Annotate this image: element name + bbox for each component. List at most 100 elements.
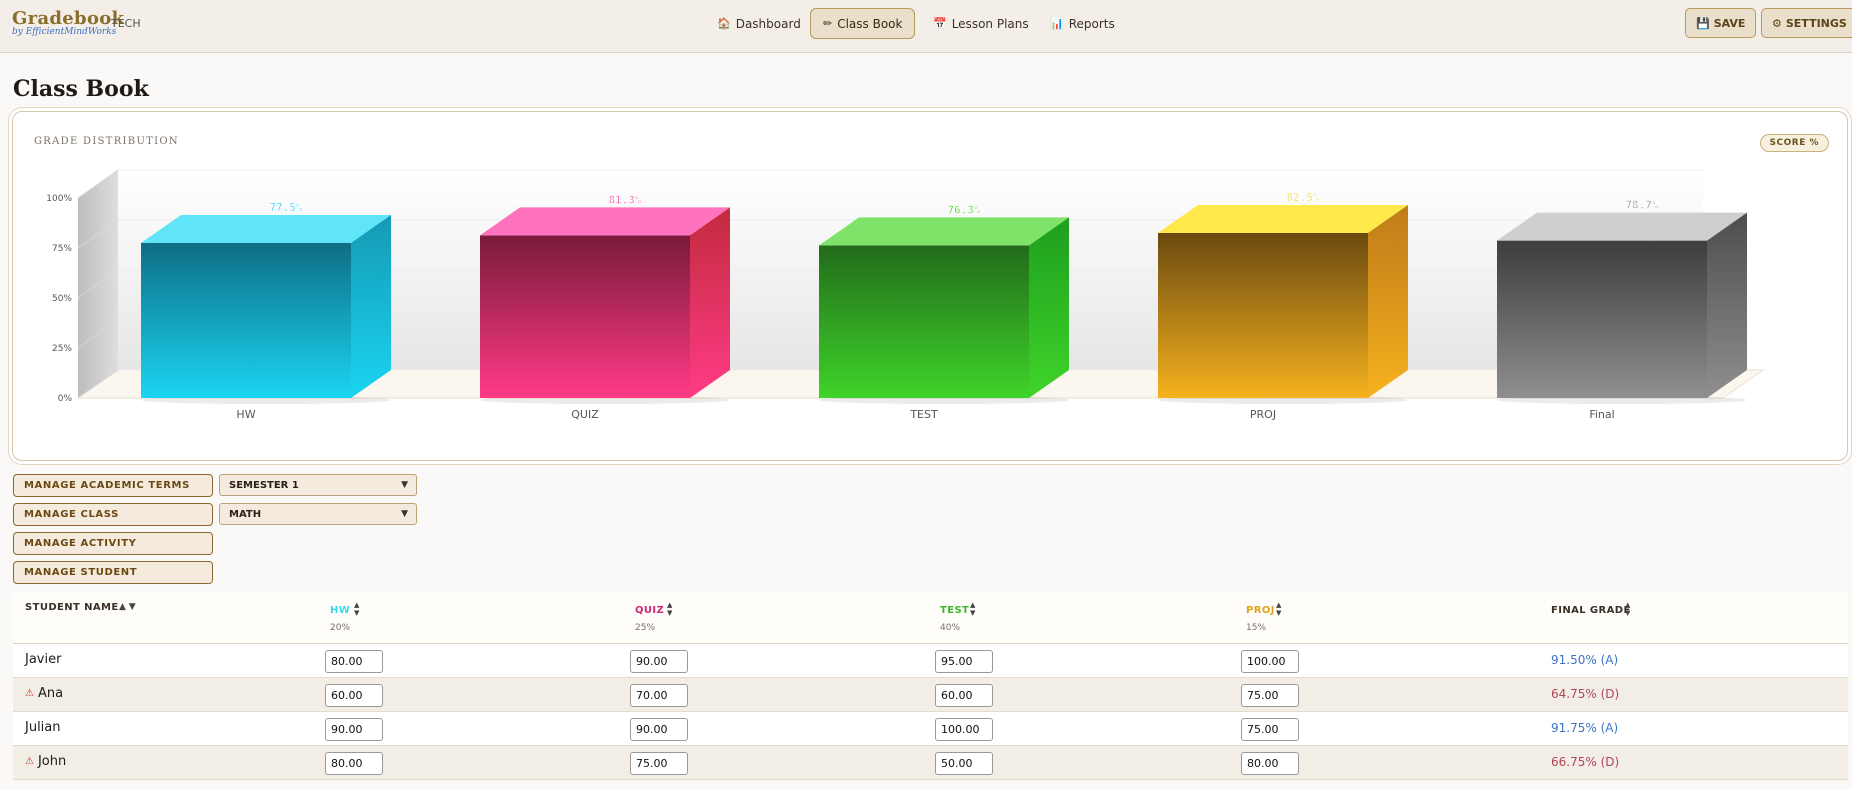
test-header[interactable]: TEST	[940, 605, 969, 616]
sort-test-arrows[interactable]: ▲ ▼	[970, 601, 975, 617]
term-select[interactable]: SEMESTER 1 ▼	[219, 474, 417, 496]
hw-score-input[interactable]: 80.00	[325, 752, 383, 775]
test-weight: 40%	[940, 623, 961, 633]
bar-test-side	[1029, 217, 1069, 398]
quiz-score-input[interactable]: 75.00	[630, 752, 688, 775]
student-name: ⚠ John	[25, 754, 66, 769]
final-grade-header[interactable]: FINAL GRADE	[1551, 605, 1631, 616]
student-name: ⚠ Ana	[25, 686, 63, 701]
bar-value-label: 81.3%	[608, 193, 641, 206]
sort-proj-arrows[interactable]: ▲ ▼	[1276, 601, 1281, 617]
y-tick-label: 50%	[52, 294, 72, 304]
bar-proj-top	[1158, 205, 1408, 233]
quiz-score-input[interactable]: 90.00	[630, 718, 688, 741]
bar-final-front	[1497, 240, 1707, 398]
y-tick-label: 25%	[52, 344, 72, 354]
bar-quiz-top	[480, 207, 730, 236]
grade-distribution-chart: 0% 25% 50% 75% 100% HW 77.5% QUIZ 81.3% TEST 76.3%…	[46, 169, 1765, 421]
table-header: STUDENT NAME ▲ ▼ HW ▲ ▼ 20% QUIZ ▲ ▼ 25% T…	[13, 593, 1848, 644]
final-grade: 66.75% (D)	[1551, 755, 1620, 769]
sort-final-arrows[interactable]: ▲ ▼	[1625, 601, 1630, 617]
bar-final-side	[1707, 212, 1747, 398]
x-tick-label: PROJ	[1250, 408, 1276, 421]
table-row: Julian 90.00 90.00 100.00 75.00 91.75% (…	[13, 712, 1848, 746]
proj-score-input[interactable]: 75.00	[1241, 684, 1299, 707]
chevron-down-icon: ▼	[401, 480, 408, 490]
bar-chart-icon: 📊	[1050, 17, 1064, 30]
final-grade: 91.75% (A)	[1551, 721, 1619, 735]
manage-student-button[interactable]: MANAGE STUDENT	[13, 561, 213, 584]
quiz-score-input[interactable]: 70.00	[630, 684, 688, 707]
x-tick-label: TEST	[909, 408, 938, 421]
bar-value-label: 82.5%	[1286, 191, 1319, 204]
sort-quiz-arrows[interactable]: ▲ ▼	[667, 601, 672, 617]
term-select-value: SEMESTER 1	[229, 479, 299, 491]
proj-score-input[interactable]: 80.00	[1241, 752, 1299, 775]
nav-class-book[interactable]: ✏ Class Book	[810, 8, 916, 39]
final-grade: 91.50% (A)	[1551, 653, 1619, 667]
bar-hw-top	[141, 215, 391, 243]
sort-name-arrows[interactable]: ▲ ▼	[119, 603, 136, 612]
grade-distribution-card: GRADE DISTRIBUTION SCORE % 0% 25% 50% 75% 10…	[12, 111, 1848, 461]
student-name-text: John	[37, 754, 67, 769]
nav-lesson-plans[interactable]: 📅 Lesson Plans	[921, 8, 1041, 39]
proj-weight: 15%	[1246, 623, 1267, 633]
bar-value-label: 76.3%	[947, 203, 980, 216]
test-score-input[interactable]: 60.00	[935, 684, 993, 707]
house-icon: 🏠	[717, 17, 731, 30]
save-button[interactable]: 💾 SAVE	[1685, 8, 1757, 38]
student-name-text: Julian	[25, 720, 61, 735]
settings-button[interactable]: ⚙ SETTINGS	[1761, 8, 1852, 38]
main-nav: 🏠 Dashboard ✏ Class Book 📅 Lesson Plans …	[0, 0, 1852, 53]
manage-class-button[interactable]: MANAGE CLASS	[13, 503, 213, 526]
sort-hw-arrows[interactable]: ▲ ▼	[354, 601, 359, 617]
bar-quiz-side	[690, 207, 730, 398]
table-row: Javier 80.00 90.00 95.00 100.00 91.50% (…	[13, 644, 1848, 678]
hw-score-input[interactable]: 60.00	[325, 684, 383, 707]
hw-score-input[interactable]: 90.00	[325, 718, 383, 741]
quiz-weight: 25%	[635, 623, 656, 633]
class-select[interactable]: MATH ▼	[219, 503, 417, 525]
manage-academic-terms-button[interactable]: MANAGE ACADEMIC TERMS	[13, 474, 213, 497]
y-tick-label: 75%	[52, 244, 72, 254]
quiz-header[interactable]: QUIZ	[635, 605, 664, 616]
final-grade: 64.75% (D)	[1551, 687, 1620, 701]
y-tick-label: 0%	[58, 394, 73, 404]
hw-header[interactable]: HW	[330, 605, 350, 616]
warning-icon: ⚠	[25, 688, 34, 699]
bar-proj-side	[1368, 205, 1408, 398]
chevron-down-icon: ▼	[401, 509, 408, 519]
manage-activity-button[interactable]: MANAGE ACTIVITY	[13, 532, 213, 555]
bar-hw-front	[141, 243, 351, 398]
proj-header[interactable]: PROJ	[1246, 605, 1275, 616]
hw-score-input[interactable]: 80.00	[325, 650, 383, 673]
class-select-value: MATH	[229, 508, 262, 520]
bar-final-top	[1497, 212, 1747, 241]
gear-icon: ⚙	[1772, 16, 1782, 30]
hw-weight: 20%	[330, 623, 351, 633]
quiz-score-input[interactable]: 90.00	[630, 650, 688, 673]
test-score-input[interactable]: 100.00	[935, 718, 993, 741]
save-label: SAVE	[1713, 16, 1746, 30]
student-name-header[interactable]: STUDENT NAME	[25, 602, 119, 613]
bar-proj-front	[1158, 233, 1368, 398]
proj-score-input[interactable]: 75.00	[1241, 718, 1299, 741]
test-score-input[interactable]: 95.00	[935, 650, 993, 673]
nav-label: Class Book	[837, 16, 903, 31]
test-score-input[interactable]: 50.00	[935, 752, 993, 775]
student-name: Javier	[25, 652, 61, 667]
top-navigation-bar: Gradebook by EfficientMindWorks · TECH 🏠…	[0, 0, 1852, 53]
proj-score-input[interactable]: 100.00	[1241, 650, 1299, 673]
bar-test-top	[819, 217, 1069, 246]
x-tick-label: QUIZ	[571, 408, 599, 421]
table-row: ⚠ Ana 60.00 70.00 60.00 75.00 64.75% (D)	[13, 678, 1848, 712]
student-name-text: Javier	[25, 652, 62, 667]
x-tick-label: Final	[1589, 408, 1614, 421]
bar-test-front	[819, 245, 1029, 398]
nav-reports[interactable]: 📊 Reports	[1038, 8, 1127, 39]
student-name: Julian	[25, 720, 61, 735]
student-name-text: Ana	[37, 686, 64, 701]
x-tick-label: HW	[236, 408, 255, 421]
page-title: Class Book	[13, 76, 149, 102]
nav-dashboard[interactable]: 🏠 Dashboard	[705, 8, 813, 39]
